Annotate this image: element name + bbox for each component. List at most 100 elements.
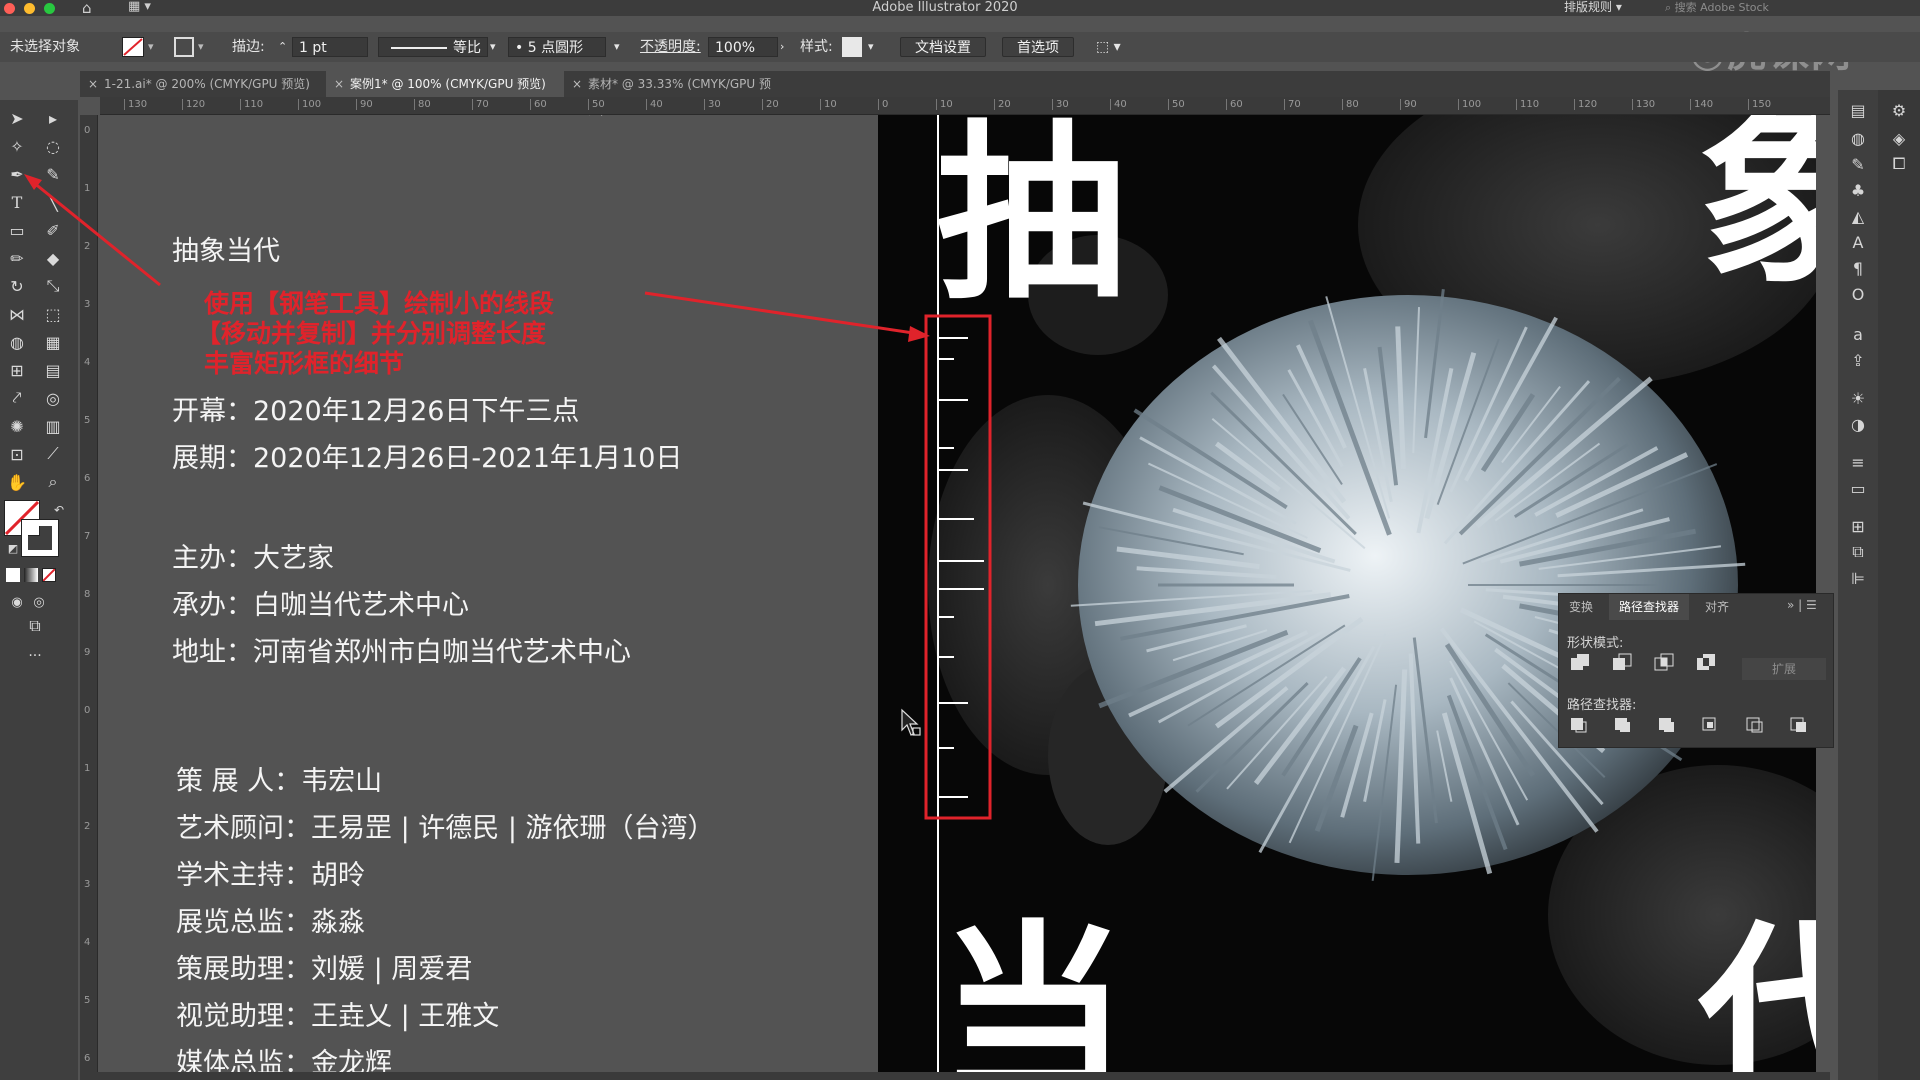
symbol-sprayer-tool-icon[interactable]: ✺ — [4, 414, 30, 438]
scale-tool-icon[interactable]: ⤡ — [40, 274, 66, 298]
crop-icon[interactable] — [1702, 717, 1716, 731]
workspace-switcher[interactable]: 排版规则 ▾ — [1564, 0, 1622, 15]
stroke-panel-icon[interactable]: ≡ — [1844, 450, 1872, 474]
exclude-icon[interactable] — [1697, 654, 1715, 670]
paintbrush-tool-icon[interactable]: ✐ — [40, 218, 66, 242]
color-mode-button[interactable] — [6, 568, 20, 582]
gradient-panel-icon[interactable]: ▭ — [1844, 476, 1872, 500]
profile-chevron-icon[interactable]: ▾ — [490, 37, 496, 57]
stroke-stepper-icon[interactable]: ⌃ — [278, 37, 287, 57]
selection-tool-icon[interactable]: ➤ — [4, 106, 30, 130]
tab-material[interactable]: ×素材* @ 33.33% (CMYK/GPU 预览) — [564, 71, 794, 117]
rectangle-tool-icon[interactable]: ▭ — [4, 218, 30, 242]
vertical-ruler[interactable]: 0 1 2 3 4 5 6 7 8 9 0 1 2 3 4 5 6 — [80, 115, 98, 1080]
mesh-tool-icon[interactable]: ⊞ — [4, 358, 30, 382]
more-tools-icon[interactable]: ··· — [22, 644, 48, 668]
draw-behind-icon[interactable]: ◎ — [26, 590, 52, 614]
unite-icon[interactable] — [1571, 654, 1589, 670]
brushes-icon[interactable]: ✎ — [1844, 152, 1872, 176]
style-chevron-icon[interactable]: ▾ — [868, 37, 874, 57]
rotate-tool-icon[interactable]: ↻ — [4, 274, 30, 298]
pathfinder-panel-icon[interactable]: ⧉ — [1844, 540, 1872, 564]
character-icon[interactable]: A — [1844, 230, 1872, 254]
horizontal-ruler[interactable]: 130 120 110 100 90 80 70 60 50 40 30 20 10 0 10 20 30 40 5… — [100, 97, 1830, 115]
line-segment-tool-icon[interactable]: ╲ — [40, 190, 66, 214]
eyedropper-tool-icon[interactable]: ⤤ — [4, 386, 30, 410]
expand-button[interactable]: 扩展 — [1742, 658, 1826, 680]
opacity-arrow-icon[interactable]: › — [780, 37, 784, 57]
gradient-mode-button[interactable] — [24, 568, 38, 582]
zoom-tool-icon[interactable]: ⌕ — [40, 470, 66, 494]
stroke-dropdown-chevron-icon[interactable]: ▾ — [198, 37, 204, 57]
default-fill-stroke-icon[interactable]: ◩ — [0, 536, 26, 560]
minus-front-icon[interactable] — [1613, 653, 1632, 670]
stroke-swatch[interactable] — [174, 37, 194, 57]
lasso-tool-icon[interactable]: ◌ — [40, 134, 66, 158]
curvature-tool-icon[interactable]: ✎ — [40, 162, 66, 186]
stroke-color-swatch[interactable] — [21, 519, 59, 557]
fill-dropdown-chevron-icon[interactable]: ▾ — [148, 37, 154, 57]
document-setup-button[interactable]: 文档设置 — [900, 37, 986, 57]
pen-tool-icon[interactable]: ✒ — [4, 162, 30, 186]
graphic-style-swatch[interactable] — [842, 37, 862, 57]
layers-icon[interactable]: ◈ — [1885, 126, 1913, 150]
screen-mode-icon[interactable]: ⧉ — [22, 614, 48, 638]
artboard-tool-icon[interactable]: ⊡ — [4, 442, 30, 466]
free-transform-tool-icon[interactable]: ⬚ — [40, 302, 66, 326]
preferences-button[interactable]: 首选项 — [1002, 37, 1074, 57]
appearance-icon[interactable]: ☀ — [1844, 386, 1872, 410]
slice-tool-icon[interactable]: ⟋ — [40, 442, 66, 466]
type-tool-icon[interactable]: T — [4, 190, 30, 214]
close-tab-icon[interactable]: × — [572, 71, 582, 97]
direct-selection-tool-icon[interactable]: ▸ — [40, 106, 66, 130]
symbols-icon[interactable]: ♣ — [1844, 178, 1872, 202]
tab-transform[interactable]: 变换 — [1559, 594, 1603, 620]
fill-swatch[interactable] — [122, 37, 144, 57]
swap-fill-stroke-icon[interactable]: ↶ — [46, 498, 72, 522]
divide-icon[interactable] — [1571, 718, 1587, 733]
tab-1-21[interactable]: × 1-21.ai* @ 200% (CMYK/GPU 预览) — [80, 71, 326, 97]
graphic-styles-icon[interactable]: ◭ — [1844, 204, 1872, 228]
shape-builder-tool-icon[interactable]: ◍ — [4, 330, 30, 354]
minus-back-icon[interactable] — [1790, 717, 1806, 732]
tab-align[interactable]: 对齐 — [1695, 594, 1739, 620]
gradient-tool-icon[interactable]: ▤ — [40, 358, 66, 382]
blend-tool-icon[interactable]: ◎ — [40, 386, 66, 410]
stroke-weight-field[interactable]: 1 pt — [292, 37, 368, 57]
libraries-icon[interactable]: ▤ — [1844, 98, 1872, 122]
intersect-icon[interactable] — [1654, 653, 1674, 671]
none-mode-button[interactable] — [42, 568, 56, 582]
align-panel-icon[interactable]: ⊫ — [1844, 566, 1872, 590]
paragraph-icon[interactable]: ¶ — [1844, 256, 1872, 280]
brush-definition[interactable]: • 5 点圆形 — [508, 37, 606, 57]
merge-icon[interactable] — [1659, 718, 1674, 732]
opacity-field[interactable]: 100% — [708, 37, 778, 57]
tab-pathfinder[interactable]: 路径查找器 — [1609, 594, 1690, 620]
perspective-grid-tool-icon[interactable]: ▦ — [40, 330, 66, 354]
stock-search-input[interactable]: ⌕ 搜索 Adobe Stock — [1665, 0, 1865, 15]
arrange-documents-icon[interactable]: ⬚ ▾ — [1096, 37, 1121, 57]
variable-width-profile[interactable]: 等比 — [378, 37, 488, 57]
magic-wand-tool-icon[interactable]: ✧ — [4, 134, 30, 158]
artboards-icon[interactable]: ⧠ — [1885, 152, 1913, 176]
shaper-tool-icon[interactable]: ✏ — [4, 246, 30, 270]
hand-tool-icon[interactable]: ✋ — [4, 470, 30, 494]
opacity-label[interactable]: 不透明度: — [640, 37, 701, 57]
close-tab-icon[interactable]: × — [88, 71, 98, 97]
glyphs-icon[interactable]: a — [1844, 322, 1872, 346]
properties-icon[interactable]: ⚙ — [1885, 98, 1913, 122]
column-graph-tool-icon[interactable]: ▥ — [40, 414, 66, 438]
transform-panel-icon[interactable]: ⊞ — [1844, 514, 1872, 538]
trim-icon[interactable] — [1615, 718, 1630, 732]
eraser-tool-icon[interactable]: ◆ — [40, 246, 66, 270]
close-tab-icon[interactable]: × — [334, 71, 344, 97]
asset-export-icon[interactable]: ⇪ — [1844, 348, 1872, 372]
tab-case1[interactable]: × 案例1* @ 100% (CMYK/GPU 预览) — [326, 71, 564, 97]
transparency-icon[interactable]: ◑ — [1844, 412, 1872, 436]
outline-icon[interactable] — [1746, 717, 1763, 733]
color-guide-icon[interactable]: ◍ — [1844, 126, 1872, 150]
panel-menu-icon[interactable]: » | ☰ — [1787, 598, 1817, 612]
opentype-icon[interactable]: O — [1844, 282, 1872, 306]
brush-chevron-icon[interactable]: ▾ — [614, 37, 620, 57]
width-tool-icon[interactable]: ⋈ — [4, 302, 30, 326]
